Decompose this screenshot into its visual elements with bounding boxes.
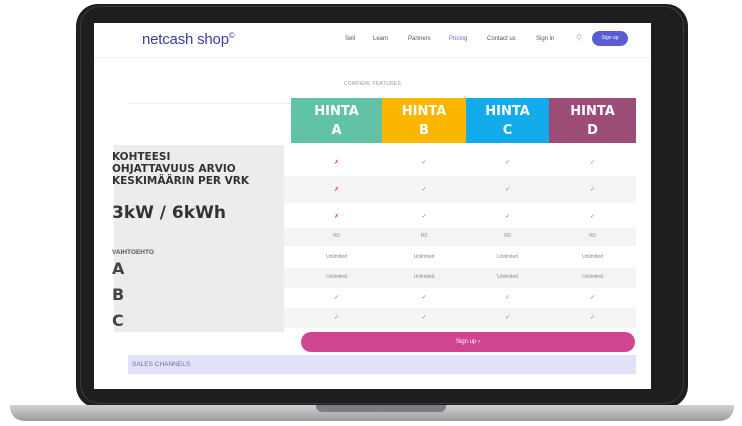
check-icon: ✓ bbox=[504, 187, 511, 193]
panel-capacity: 3kW / 6kWh bbox=[112, 203, 226, 223]
signup-cta-button[interactable]: Sign up › bbox=[301, 332, 635, 352]
price-column-header: HINTA C bbox=[466, 98, 549, 143]
top-nav: netcash shop© Sell Learn Partners Pricin… bbox=[94, 23, 651, 57]
laptop-notch bbox=[316, 405, 446, 412]
table-cell: Unlimited bbox=[326, 274, 347, 280]
check-icon: ✓ bbox=[421, 160, 427, 166]
check-icon: ✓ bbox=[333, 315, 340, 321]
check-icon: ✓ bbox=[421, 187, 427, 193]
table-cell: R0 bbox=[589, 233, 596, 239]
check-icon: ✓ bbox=[504, 315, 511, 321]
check-icon: ✓ bbox=[589, 160, 596, 166]
compare-features-label: COMPARE FEATURES bbox=[343, 81, 402, 87]
option-b: B bbox=[112, 285, 125, 304]
table-cell: Unlimited bbox=[413, 274, 435, 280]
price-column-header: HINTA B bbox=[382, 98, 466, 143]
price-column-header: HINTA D bbox=[549, 98, 636, 143]
table-cell: Unlimited bbox=[413, 254, 435, 260]
table-cell: Unlimited bbox=[582, 254, 603, 260]
panel-title: KOHTEESI OHJATTAVUUS ARVIO KESKIMÄÄRIN P… bbox=[112, 151, 250, 187]
option-c: C bbox=[112, 311, 124, 330]
check-icon: ✓ bbox=[589, 295, 596, 301]
check-icon: ✓ bbox=[421, 214, 427, 220]
laptop-screen: netcash shop© Sell Learn Partners Pricin… bbox=[94, 23, 651, 389]
table-cell: Unlimited bbox=[582, 274, 603, 280]
option-a: A bbox=[112, 259, 125, 278]
price-column-header: HINTA A bbox=[291, 98, 382, 143]
table-cell: R0 bbox=[333, 233, 340, 239]
table-cell: R0 bbox=[504, 233, 511, 239]
nav-link-pricing[interactable]: Pricing bbox=[449, 36, 467, 42]
check-icon: ✓ bbox=[421, 295, 427, 301]
nav-link-contact[interactable]: Contact us bbox=[487, 36, 516, 42]
cross-icon: ✗ bbox=[333, 214, 340, 220]
signup-button[interactable]: Sign up bbox=[592, 31, 628, 46]
table-cell: Unlimited bbox=[497, 254, 518, 260]
check-icon: ✓ bbox=[589, 214, 596, 220]
check-icon: ✓ bbox=[589, 315, 596, 321]
cross-icon: ✗ bbox=[333, 187, 340, 193]
table-cell: Unlimited bbox=[326, 254, 347, 260]
logo[interactable]: netcash shop© bbox=[142, 31, 235, 48]
nav-divider bbox=[94, 57, 651, 58]
cross-icon: ✗ bbox=[333, 160, 340, 166]
nav-link-sell[interactable]: Sell bbox=[345, 36, 355, 42]
search-icon[interactable]: ⚲ bbox=[576, 33, 582, 42]
nav-link-learn[interactable]: Learn bbox=[373, 36, 388, 42]
check-icon: ✓ bbox=[589, 187, 596, 193]
option-label: VAIHTOEHTO bbox=[112, 249, 154, 256]
table-cell: R0 bbox=[420, 233, 428, 239]
check-icon: ✓ bbox=[333, 295, 340, 301]
check-icon: ✓ bbox=[504, 160, 511, 166]
check-icon: ✓ bbox=[504, 295, 511, 301]
check-icon: ✓ bbox=[421, 315, 427, 321]
sales-channels-bar[interactable]: SALES CHANNELS bbox=[128, 355, 636, 374]
table-cell: Unlimited bbox=[497, 274, 518, 280]
nav-link-signin[interactable]: Sign in bbox=[536, 36, 554, 42]
nav-link-partners[interactable]: Partners bbox=[408, 36, 431, 42]
check-icon: ✓ bbox=[504, 214, 511, 220]
